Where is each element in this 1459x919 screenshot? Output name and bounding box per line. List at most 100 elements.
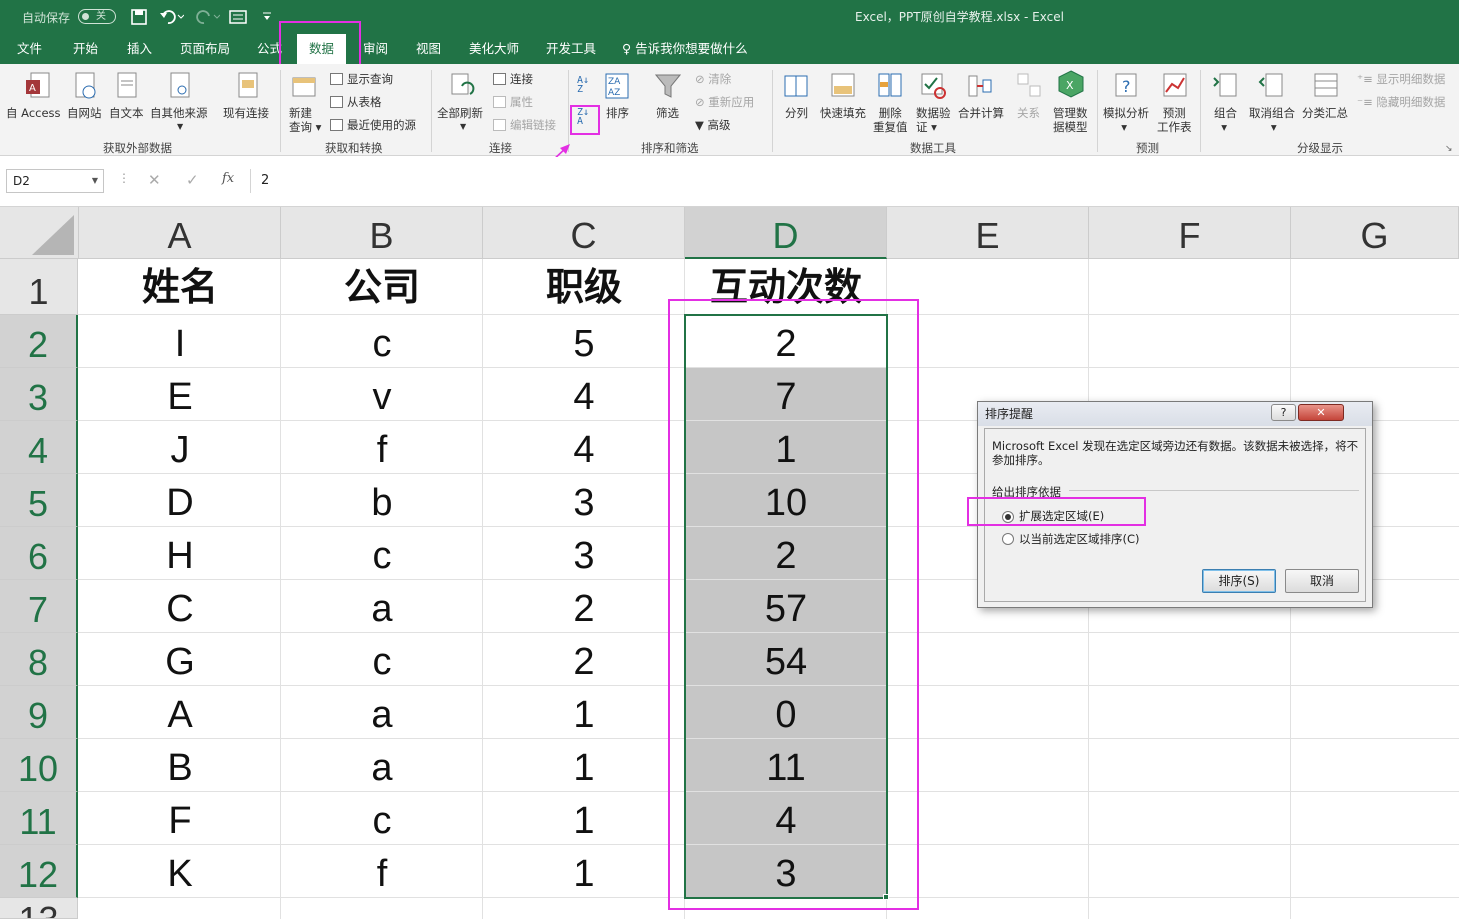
sort-button[interactable]: 排序 — [606, 106, 629, 120]
cell[interactable]: c — [281, 633, 483, 691]
header-cell[interactable]: 姓名 — [79, 259, 281, 315]
forecast-sheet-button[interactable]: 预测 工作表 — [1157, 106, 1192, 134]
autosave-toggle[interactable]: 关 — [78, 9, 116, 24]
show-detail-button[interactable]: ⁺≡ 显示明细数据 — [1357, 71, 1445, 87]
cell[interactable]: c — [281, 315, 483, 373]
show-queries-button[interactable]: 显示查询 — [330, 71, 393, 87]
insert-function-icon[interactable]: fx — [222, 171, 234, 186]
cell[interactable]: 3 — [483, 474, 685, 532]
reapply-button[interactable]: ⊘ 重新应用 — [695, 94, 754, 110]
clear-button[interactable]: ⊘ 清除 — [695, 71, 731, 87]
column-header[interactable]: A — [79, 207, 281, 259]
existing-connections-button[interactable]: 现有连接 — [223, 106, 269, 120]
row-header[interactable]: 2 — [0, 315, 78, 368]
consolidate-button[interactable]: 合并计算 — [958, 106, 1004, 120]
cell[interactable]: f — [281, 845, 483, 903]
cell[interactable]: a — [281, 739, 483, 797]
tab-insert[interactable]: 插入 — [127, 34, 152, 64]
properties-button[interactable]: 属性 — [493, 94, 533, 110]
cell[interactable]: A — [79, 686, 281, 744]
cell[interactable]: a — [281, 686, 483, 744]
tab-home[interactable]: 开始 — [73, 34, 98, 64]
relationships-button[interactable]: 关系 — [1017, 106, 1040, 120]
filter-button[interactable]: 筛选 — [656, 106, 679, 120]
refresh-all-button[interactable]: 全部刷新 — [437, 106, 483, 120]
cell[interactable]: f — [281, 421, 483, 479]
cell[interactable]: c — [281, 792, 483, 850]
group-button[interactable]: 组合 ▾ — [1214, 106, 1237, 134]
row-header[interactable]: 10 — [0, 739, 78, 792]
row-header[interactable]: 8 — [0, 633, 78, 686]
row-header[interactable]: 5 — [0, 474, 78, 527]
sort-ok-button[interactable]: 排序(S) — [1202, 569, 1276, 593]
cell[interactable]: 1 — [483, 739, 685, 797]
cancel-button[interactable]: 取消 — [1285, 569, 1359, 593]
cell[interactable]: I — [79, 315, 281, 373]
undo-icon[interactable] — [160, 9, 184, 25]
cancel-icon[interactable]: ✕ — [148, 171, 161, 189]
dialog-launcher-icon[interactable]: ↘ — [1445, 144, 1453, 154]
tab-file[interactable]: 文件 — [17, 34, 42, 64]
help-button[interactable]: ? — [1271, 404, 1296, 421]
from-other-sources-button[interactable]: 自其他来源 — [150, 106, 208, 120]
current-selection-label[interactable]: 以当前选定区域排序(C) — [1019, 531, 1140, 547]
column-header[interactable]: G — [1291, 207, 1459, 259]
cell[interactable]: 4 — [483, 368, 685, 426]
cell[interactable]: v — [281, 368, 483, 426]
row-header[interactable]: 1 — [0, 259, 78, 315]
manage-data-model-button[interactable]: 管理数 据模型 — [1053, 106, 1088, 134]
cell[interactable]: 1 — [483, 686, 685, 744]
text-to-columns-button[interactable]: 分列 — [785, 106, 808, 120]
formula-input[interactable]: 2 — [250, 169, 1455, 193]
column-header[interactable]: E — [887, 207, 1089, 259]
recent-sources-button[interactable]: 最近使用的源 — [330, 117, 416, 133]
cell[interactable]: 2 — [483, 633, 685, 691]
cell[interactable]: 1 — [483, 792, 685, 850]
tab-review[interactable]: 审阅 — [363, 34, 388, 64]
current-selection-radio[interactable] — [1002, 533, 1014, 545]
ungroup-button[interactable]: 取消组合 ▾ — [1249, 106, 1295, 134]
what-if-analysis-button[interactable]: 模拟分析 ▾ — [1103, 106, 1149, 134]
cell[interactable]: c — [281, 527, 483, 585]
row-header[interactable]: 11 — [0, 792, 78, 845]
cell[interactable]: H — [79, 527, 281, 585]
remove-duplicates-button[interactable]: 删除 重复值 — [873, 106, 908, 134]
cell[interactable]: G — [79, 633, 281, 691]
close-button[interactable]: ✕ — [1298, 404, 1344, 421]
hide-detail-button[interactable]: ⁻≡ 隐藏明细数据 — [1357, 94, 1445, 110]
cell[interactable]: a — [281, 580, 483, 638]
header-cell[interactable]: 职级 — [483, 259, 685, 315]
from-web-button[interactable]: 自网站 — [67, 106, 102, 120]
advanced-button[interactable]: ▼ 高级 — [695, 117, 731, 133]
column-header[interactable]: D — [685, 207, 887, 259]
cell[interactable]: C — [79, 580, 281, 638]
cell[interactable]: D — [79, 474, 281, 532]
cell[interactable]: J — [79, 421, 281, 479]
form-icon[interactable] — [229, 9, 247, 25]
name-box[interactable]: D2 ▼ — [6, 169, 104, 193]
tab-developer[interactable]: 开发工具 — [546, 34, 596, 64]
cell[interactable]: 3 — [483, 527, 685, 585]
subtotal-button[interactable]: 分类汇总 — [1302, 106, 1348, 120]
redo-icon[interactable] — [196, 9, 220, 25]
row-header[interactable]: 9 — [0, 686, 78, 739]
flash-fill-button[interactable]: 快速填充 — [820, 106, 866, 120]
column-header[interactable]: B — [281, 207, 483, 259]
cell[interactable]: b — [281, 474, 483, 532]
cell[interactable]: E — [79, 368, 281, 426]
from-table-button[interactable]: 从表格 — [330, 94, 382, 110]
tell-me-search[interactable]: ♀ 告诉我你想要做什么 — [622, 34, 748, 64]
row-header[interactable]: 6 — [0, 527, 78, 580]
cell[interactable]: 1 — [483, 845, 685, 903]
tab-beautify[interactable]: 美化大师 — [469, 34, 519, 64]
column-header[interactable]: C — [483, 207, 685, 259]
header-cell[interactable]: 公司 — [281, 259, 483, 315]
row-header[interactable]: 13 — [0, 898, 78, 919]
tab-view[interactable]: 视图 — [416, 34, 441, 64]
row-header[interactable]: 3 — [0, 368, 78, 421]
cell[interactable]: 2 — [483, 580, 685, 638]
row-header[interactable]: 12 — [0, 845, 78, 898]
connections-button[interactable]: 连接 — [493, 71, 533, 87]
row-header[interactable]: 7 — [0, 580, 78, 633]
cell[interactable]: K — [79, 845, 281, 903]
